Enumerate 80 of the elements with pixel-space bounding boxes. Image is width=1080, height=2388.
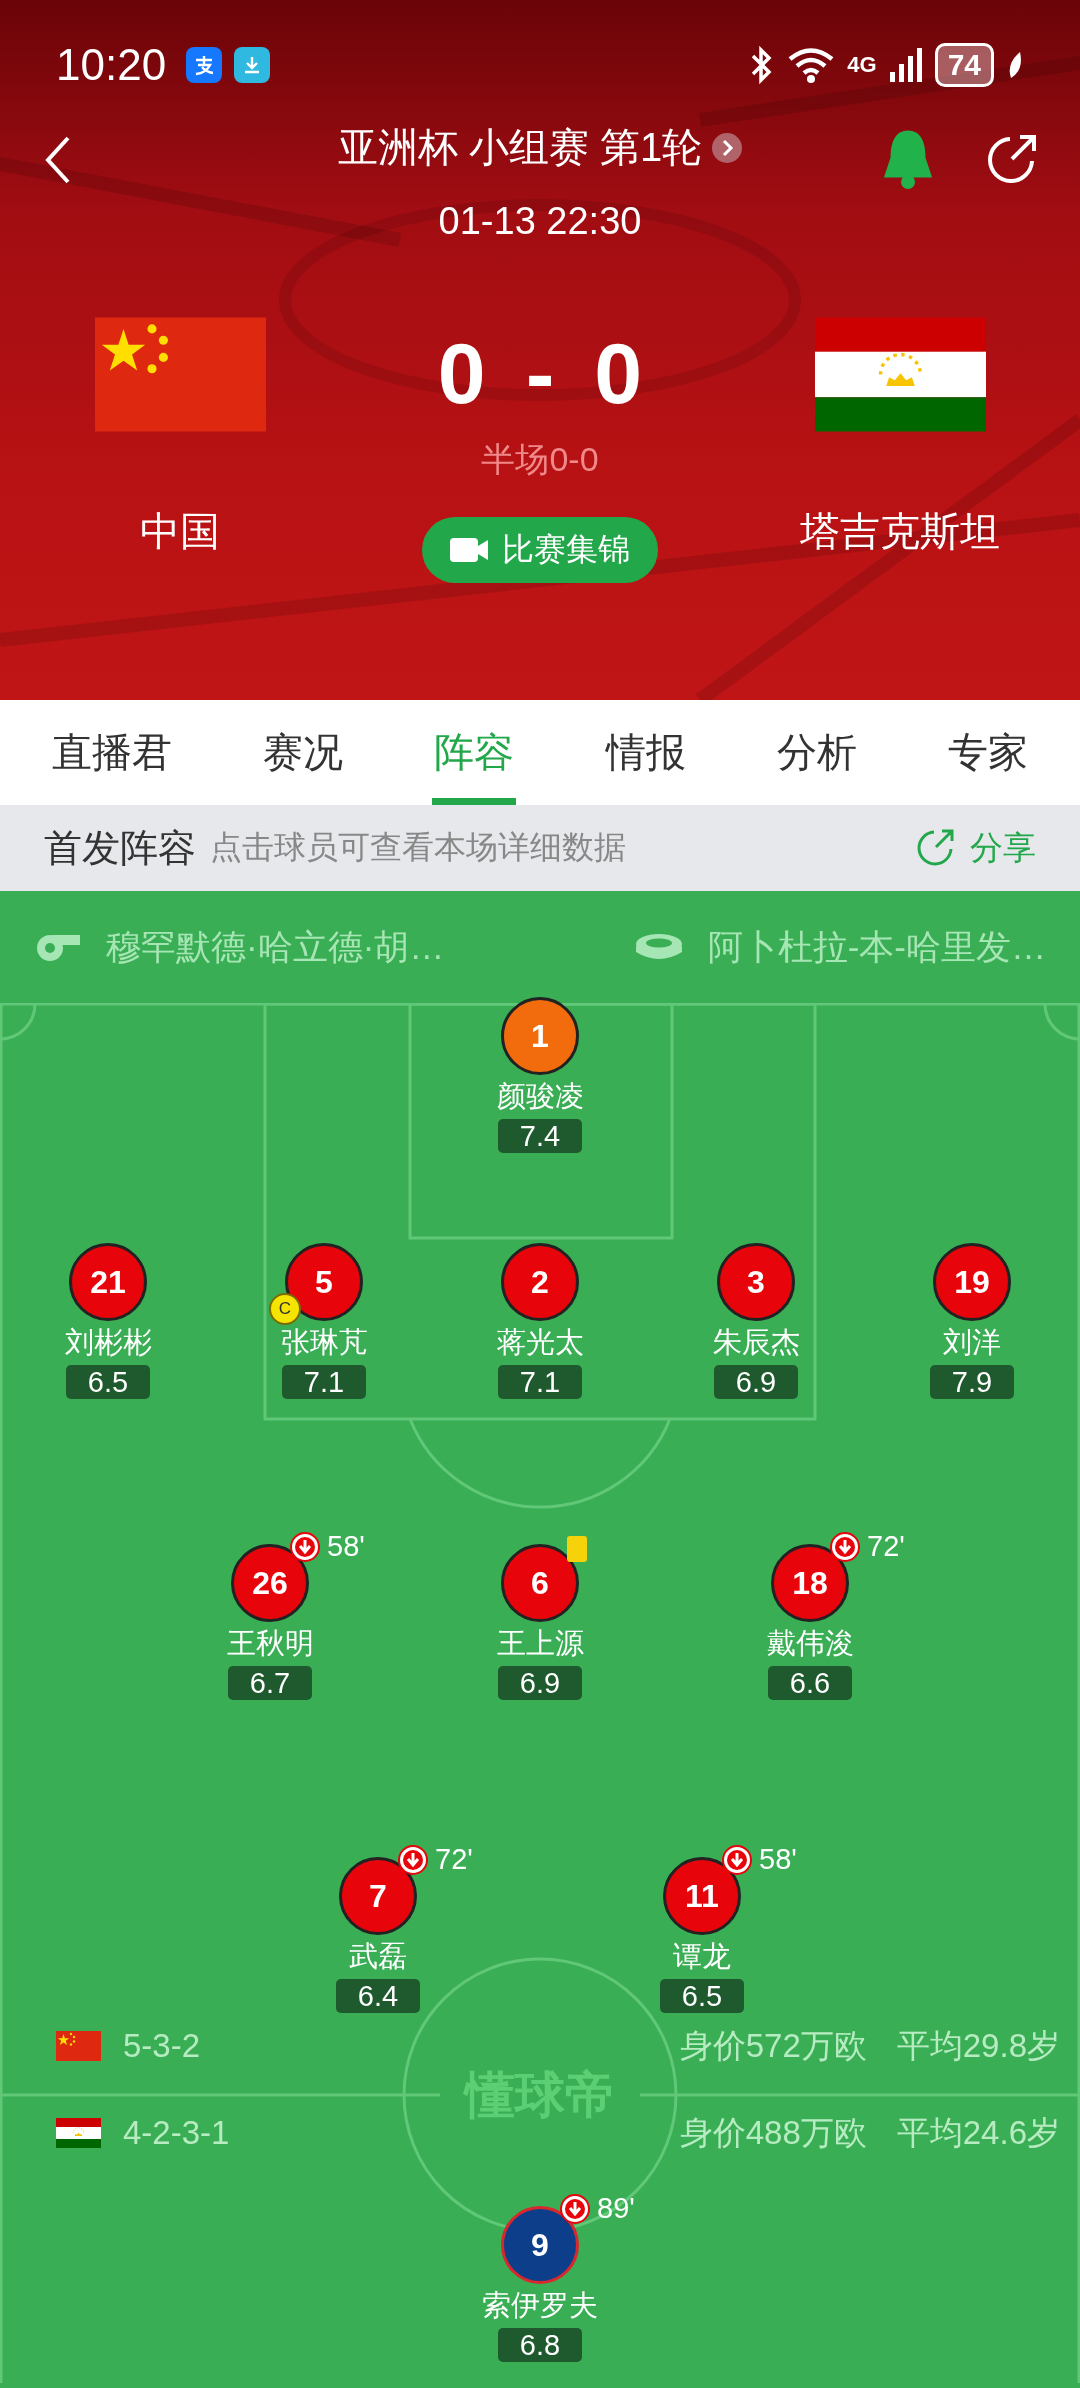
- home-score: 0: [437, 323, 486, 423]
- player-name[interactable]: 武磊: [349, 1937, 407, 1977]
- match-datetime: 01-13 22:30: [437, 200, 643, 243]
- captain-badge: C: [269, 1293, 301, 1325]
- tab[interactable]: 情报: [603, 700, 688, 805]
- score-separator: -: [525, 323, 555, 423]
- tab[interactable]: 专家: [946, 700, 1031, 805]
- player-name[interactable]: 朱辰杰: [712, 1323, 800, 1363]
- substitution-minute: 89': [597, 2192, 635, 2225]
- player-number[interactable]: 7: [339, 1857, 417, 1935]
- player-name[interactable]: 戴伟浚: [766, 1624, 854, 1664]
- average-age: 平均24.6岁: [896, 2112, 1060, 2153]
- substitution-minute: 58': [327, 1530, 365, 1563]
- player-rating: 6.9: [714, 1365, 798, 1399]
- player-name[interactable]: 王秋明: [226, 1624, 314, 1664]
- player-rating: 6.9: [498, 1666, 582, 1700]
- section-hint: 点击球员可查看本场详细数据: [210, 828, 626, 867]
- player-number[interactable]: 26: [231, 1544, 309, 1622]
- player-name[interactable]: 蒋光太: [496, 1323, 584, 1363]
- player-number[interactable]: 19: [933, 1243, 1011, 1321]
- player-rating: 6.5: [660, 1979, 744, 2013]
- tab[interactable]: 分析: [774, 700, 859, 805]
- formation: 5-3-2: [123, 2027, 201, 2065]
- player-rating: 6.7: [228, 1666, 312, 1700]
- video-camera-icon: [450, 536, 490, 564]
- player-rating: 7.1: [282, 1365, 366, 1399]
- china-flag-icon: [94, 317, 266, 432]
- venue-name: 阿卜杜拉-本-哈里发…: [707, 925, 1046, 968]
- player-number[interactable]: 6: [501, 1544, 579, 1622]
- player-name[interactable]: 谭龙: [673, 1937, 731, 1977]
- player-name[interactable]: 刘洋: [943, 1323, 1001, 1363]
- chevron-right-icon[interactable]: [712, 132, 743, 163]
- team-name[interactable]: 塔吉克斯坦: [800, 504, 1000, 559]
- team-name[interactable]: 中国: [140, 504, 220, 559]
- payment-app-icon: [186, 47, 223, 83]
- tab[interactable]: 赛况: [261, 700, 345, 805]
- player-number[interactable]: 21: [69, 1243, 147, 1321]
- team-value: 身价572万欧: [679, 2025, 867, 2066]
- referee-name: 穆罕默德·哈立德·胡…: [106, 925, 445, 968]
- tajikistan-flag-icon: [56, 2118, 101, 2148]
- china-flag-icon: [56, 2031, 101, 2061]
- competition-title[interactable]: 亚洲杯 小组赛 第1轮: [337, 120, 703, 175]
- wifi-icon: [787, 46, 836, 84]
- status-time: 10:20: [56, 40, 167, 90]
- signal-icon: [888, 46, 923, 84]
- download-app-icon: [234, 47, 271, 83]
- player-name[interactable]: 王上源: [496, 1624, 584, 1664]
- half-time-score: 半场0-0: [481, 439, 599, 480]
- player-rating: 6.6: [768, 1666, 852, 1700]
- player-rating: 6.5: [66, 1365, 150, 1399]
- share-link[interactable]: 分享: [970, 825, 1036, 871]
- player-rating: 7.4: [498, 1119, 582, 1153]
- tab[interactable]: 直播君: [49, 700, 174, 805]
- away-score: 0: [594, 323, 643, 423]
- player-number[interactable]: 3: [717, 1243, 795, 1321]
- player-rating: 7.1: [498, 1365, 582, 1399]
- player-number[interactable]: 11: [663, 1857, 741, 1935]
- player-rating: 7.9: [930, 1365, 1014, 1399]
- player-rating: 6.8: [498, 2328, 582, 2362]
- player-name[interactable]: 刘彬彬: [64, 1323, 152, 1363]
- highlights-button[interactable]: 比赛集锦: [422, 517, 658, 583]
- player-number[interactable]: 18: [771, 1544, 849, 1622]
- player-number[interactable]: 2: [501, 1243, 579, 1321]
- player-number[interactable]: 9: [501, 2206, 579, 2284]
- player-name[interactable]: 张琳芃: [280, 1323, 368, 1363]
- player-rating: 6.4: [336, 1979, 420, 2013]
- stadium-icon: [633, 932, 684, 962]
- formation: 4-2-3-1: [123, 2114, 230, 2152]
- player-name[interactable]: 索伊罗夫: [482, 2286, 598, 2326]
- substitution-minute: 58': [759, 1843, 797, 1876]
- section-title: 首发阵容: [44, 825, 196, 871]
- battery-level: 74: [934, 43, 994, 87]
- substitution-minute: 72': [435, 1843, 473, 1876]
- player-number[interactable]: 1: [501, 997, 579, 1075]
- substitution-minute: 72': [867, 1530, 905, 1563]
- tajikistan-flag-icon: [814, 317, 986, 432]
- network-type: 4G: [847, 52, 877, 78]
- team-value: 身价488万欧: [679, 2112, 867, 2153]
- average-age: 平均29.8岁: [896, 2025, 1060, 2066]
- player-name[interactable]: 颜骏凌: [496, 1077, 584, 1117]
